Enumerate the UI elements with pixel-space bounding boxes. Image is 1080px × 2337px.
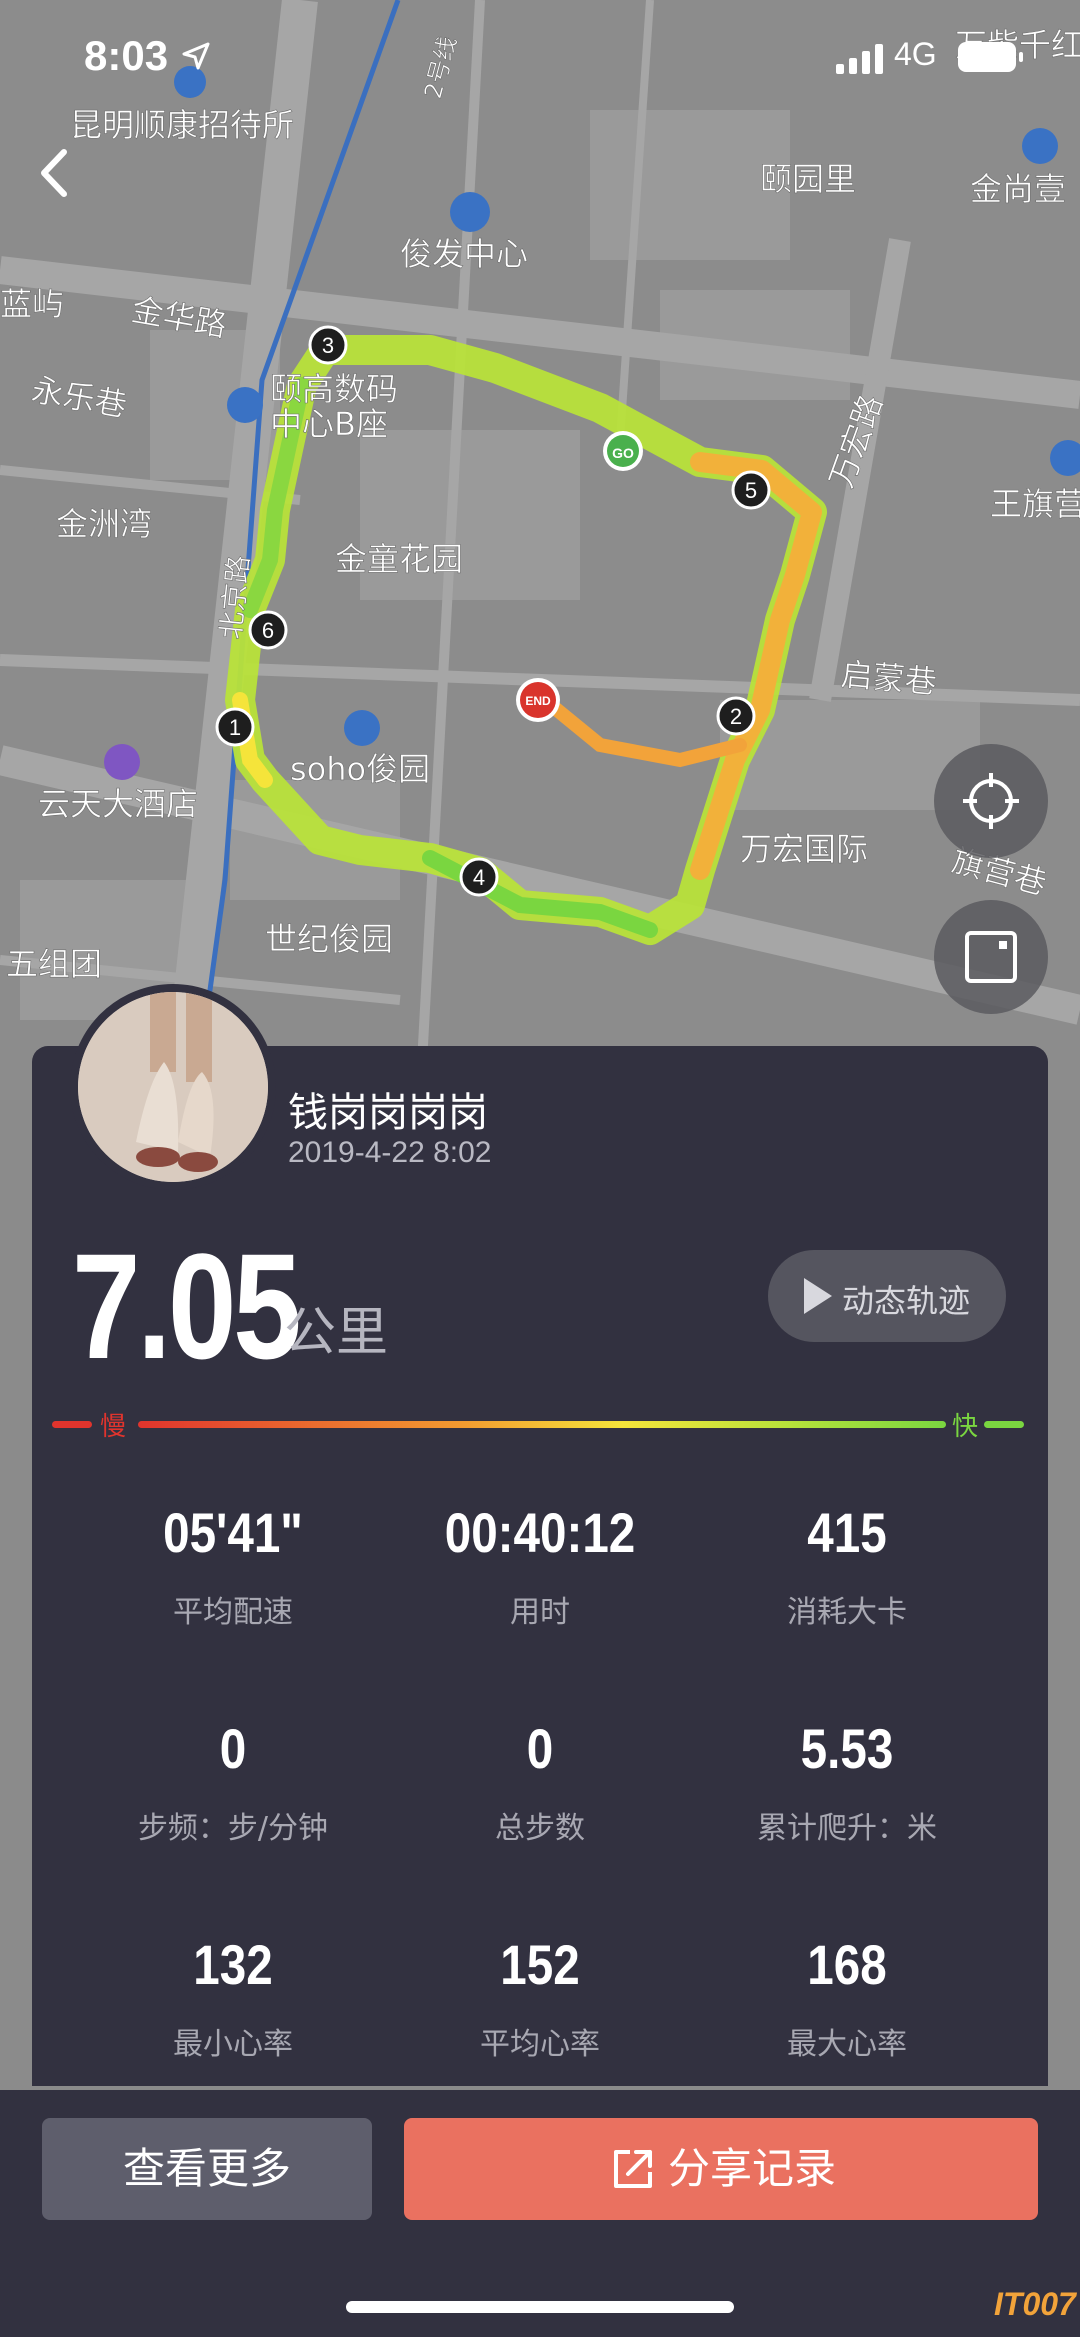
svg-text:6: 6 xyxy=(262,618,274,643)
play-icon xyxy=(804,1278,832,1314)
svg-text:1: 1 xyxy=(229,715,241,740)
stat-value: 0 xyxy=(526,1717,554,1780)
km-marker: 3 xyxy=(308,325,348,365)
map-label: 颐园里 xyxy=(760,160,856,198)
stat-avg-pace: 05'41" 平均配速 xyxy=(68,1500,398,1631)
record-datetime: 2019-4-22 8:02 xyxy=(288,1136,492,1169)
map-label: 蓝屿 xyxy=(0,285,64,323)
svg-text:GO: GO xyxy=(612,445,634,461)
svg-text:4: 4 xyxy=(473,865,485,890)
share-icon xyxy=(614,2150,652,2188)
stat-elevation-gain: 5.53 累计爬升：米 xyxy=(682,1716,1012,1847)
km-marker: 2 xyxy=(716,696,756,736)
network-type: 4G xyxy=(894,36,937,72)
stat-calories: 415 消耗大卡 xyxy=(682,1500,1012,1631)
back-button[interactable] xyxy=(24,140,84,206)
stat-duration: 00:40:12 用时 xyxy=(375,1500,705,1631)
stat-min-heart-rate: 132 最小心率 xyxy=(68,1932,398,2063)
track-replay-button[interactable]: 动态轨迹 xyxy=(768,1250,1006,1342)
building-poi-icon xyxy=(227,387,263,423)
km-marker: 1 xyxy=(215,707,255,747)
cellular-signal-icon xyxy=(836,44,883,74)
view-more-button[interactable]: 查看更多 xyxy=(42,2118,372,2220)
user-name: 钱岗岗岗岗 xyxy=(288,1090,488,1136)
map-label: 金尚壹 xyxy=(970,170,1066,208)
map-label: 俊发中心 xyxy=(400,235,528,273)
building-poi-icon xyxy=(450,192,490,232)
stat-label: 累计爬升：米 xyxy=(757,1811,937,1846)
avatar[interactable] xyxy=(70,984,276,1190)
map-label: 世纪俊园 xyxy=(265,920,393,958)
stat-total-steps: 0 总步数 xyxy=(375,1716,705,1847)
stat-cadence: 0 步频：步/分钟 xyxy=(68,1716,398,1847)
map-label: 王旗营 xyxy=(990,485,1080,523)
distance-unit: 公里 xyxy=(284,1303,389,1363)
stat-value: 5.53 xyxy=(800,1717,894,1780)
watermark: IT007 xyxy=(994,2286,1076,2322)
total-distance: 7.05 xyxy=(72,1222,302,1390)
hotel-poi-icon xyxy=(104,744,140,780)
stat-label: 最小心率 xyxy=(173,2027,293,2062)
stat-max-heart-rate: 168 最大心率 xyxy=(682,1932,1012,2063)
building-poi-icon xyxy=(344,710,380,746)
pace-fast-label: 快 xyxy=(952,1412,979,1442)
stat-label: 步频：步/分钟 xyxy=(137,1811,329,1846)
map-label: 万宏国际 xyxy=(740,830,868,868)
svg-text:3: 3 xyxy=(322,333,334,358)
end-marker: END xyxy=(516,678,560,722)
building-poi-icon xyxy=(1022,128,1058,164)
stat-value: 168 xyxy=(807,1933,887,1996)
battery-icon xyxy=(958,42,1023,72)
stat-label: 总步数 xyxy=(495,1811,585,1846)
start-marker: GO xyxy=(603,431,643,471)
stat-value: 415 xyxy=(807,1501,887,1564)
map-label: 云天大酒店 xyxy=(38,785,198,823)
locate-icon xyxy=(963,773,1019,829)
stat-value: 00:40:12 xyxy=(444,1501,636,1564)
svg-text:2: 2 xyxy=(730,704,742,729)
stat-value: 05'41" xyxy=(163,1501,303,1564)
home-indicator[interactable] xyxy=(346,2301,734,2313)
km-marker: 6 xyxy=(248,610,288,650)
km-marker: 5 xyxy=(731,470,771,510)
share-record-button[interactable]: 分享记录 xyxy=(404,2118,1038,2220)
fullscreen-button[interactable] xyxy=(934,900,1048,1014)
map-label: 中心B座 xyxy=(270,405,388,443)
status-time: 8:03 xyxy=(84,32,169,79)
status-bar: 8:03 4G xyxy=(0,0,1080,120)
stat-avg-heart-rate: 152 平均心率 xyxy=(375,1932,705,2063)
route-map[interactable]: 昆明顺康招待所 颐园里 金尚壹 俊发中心 蓝屿 金华路 永乐巷 颐高数码 中心B… xyxy=(0,0,1080,1100)
stat-label: 平均配速 xyxy=(173,1595,293,1630)
location-arrow-icon xyxy=(182,42,210,70)
stat-value: 132 xyxy=(193,1933,273,1996)
locate-button[interactable] xyxy=(934,744,1048,858)
map-label: 颐高数码 xyxy=(270,370,398,408)
track-replay-label: 动态轨迹 xyxy=(842,1282,971,1320)
chevron-left-icon xyxy=(41,149,67,197)
stat-value: 0 xyxy=(219,1717,247,1780)
stat-label: 最大心率 xyxy=(787,2027,907,2062)
svg-text:END: END xyxy=(525,694,551,708)
map-label: 金洲湾 xyxy=(56,505,152,543)
map-label: 金童花园 xyxy=(335,540,463,578)
expand-icon xyxy=(965,931,1017,983)
map-label: 五组团 xyxy=(6,945,102,983)
svg-text:5: 5 xyxy=(745,478,757,503)
stat-value: 152 xyxy=(500,1933,580,1996)
km-marker: 4 xyxy=(459,857,499,897)
map-label: soho俊园 xyxy=(290,750,430,788)
pace-legend-bar xyxy=(52,1418,1028,1432)
stat-label: 平均心率 xyxy=(480,2027,600,2062)
pace-slow-label: 慢 xyxy=(100,1412,127,1442)
stat-label: 消耗大卡 xyxy=(787,1595,907,1630)
stat-label: 用时 xyxy=(510,1595,570,1630)
share-record-label: 分享记录 xyxy=(668,2144,837,2193)
